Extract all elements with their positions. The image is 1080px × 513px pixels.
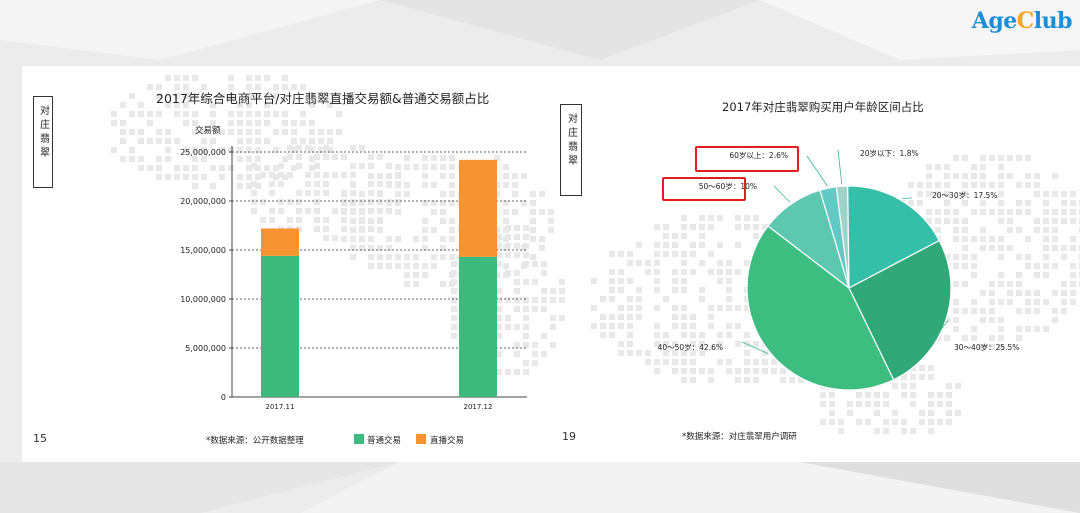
x-tick-label: 2017.11 [266, 403, 295, 411]
leader-line-0 [837, 149, 843, 185]
bar-chart: 0 5,000,000 10,000,000 15,000,000 20,000,000… [180, 146, 527, 411]
bar-chart-title: 2017年综合电商平台/对庄翡翠直播交易额&普通交易额占比 [156, 91, 490, 106]
y-tick-label: 25,000,000 [180, 148, 226, 157]
right-source-note: *数据来源：对庄翡翠用户调研 [682, 432, 797, 442]
ageclub-logo: AgeClub [971, 8, 1073, 34]
legend-label-live: 直播交易 [430, 436, 465, 446]
left-side-label: 对庄翡翠 [33, 96, 53, 188]
slide-panel: 对庄翡翠 2017年综合电商平台/对庄翡翠直播交易额&普通交易额占比 交易额 0… [22, 66, 1080, 462]
bar-2017.11-普通交易 [261, 255, 299, 397]
left-page-number: 15 [33, 432, 47, 445]
x-tick-label: 2017.12 [464, 403, 493, 411]
y-tick-label: 0 [221, 393, 226, 402]
legend-label-normal: 普通交易 [367, 436, 402, 446]
pie-chart-title: 2017年对庄翡翠购买用户年龄区间占比 [722, 100, 924, 114]
y-tick-label: 20,000,000 [180, 197, 226, 206]
bar-chart-ylabel: 交易额 [195, 126, 221, 136]
bar-2017.11-直播交易 [261, 228, 299, 256]
bar-2017.12-直播交易 [459, 159, 497, 257]
right-side-label: 对庄翡翠 [560, 104, 582, 196]
leader-line-4 [773, 185, 791, 203]
leader-line-1 [902, 197, 913, 200]
right-page-number: 19 [562, 430, 576, 443]
highlight-box-50to60 [662, 177, 746, 201]
bar-2017.12-普通交易 [459, 256, 497, 397]
pie-label-0: 20岁以下：1.8% [860, 148, 919, 158]
left-source-note: *数据来源：公开数据整理 [206, 436, 304, 446]
pie-label-1: 20～30岁：17.5% [932, 190, 997, 200]
y-tick-label: 15,000,000 [180, 246, 226, 255]
pie-label-2: 30～40岁：25.5% [954, 342, 1019, 352]
pie-label-3: 40～50岁：42.6% [658, 342, 723, 352]
y-tick-label: 5,000,000 [185, 344, 226, 353]
legend-swatch-normal [354, 434, 364, 444]
y-tick-label: 10,000,000 [180, 295, 226, 304]
leader-line-5 [806, 155, 828, 187]
highlight-box-60plus [695, 146, 799, 172]
legend-swatch-live [416, 434, 426, 444]
